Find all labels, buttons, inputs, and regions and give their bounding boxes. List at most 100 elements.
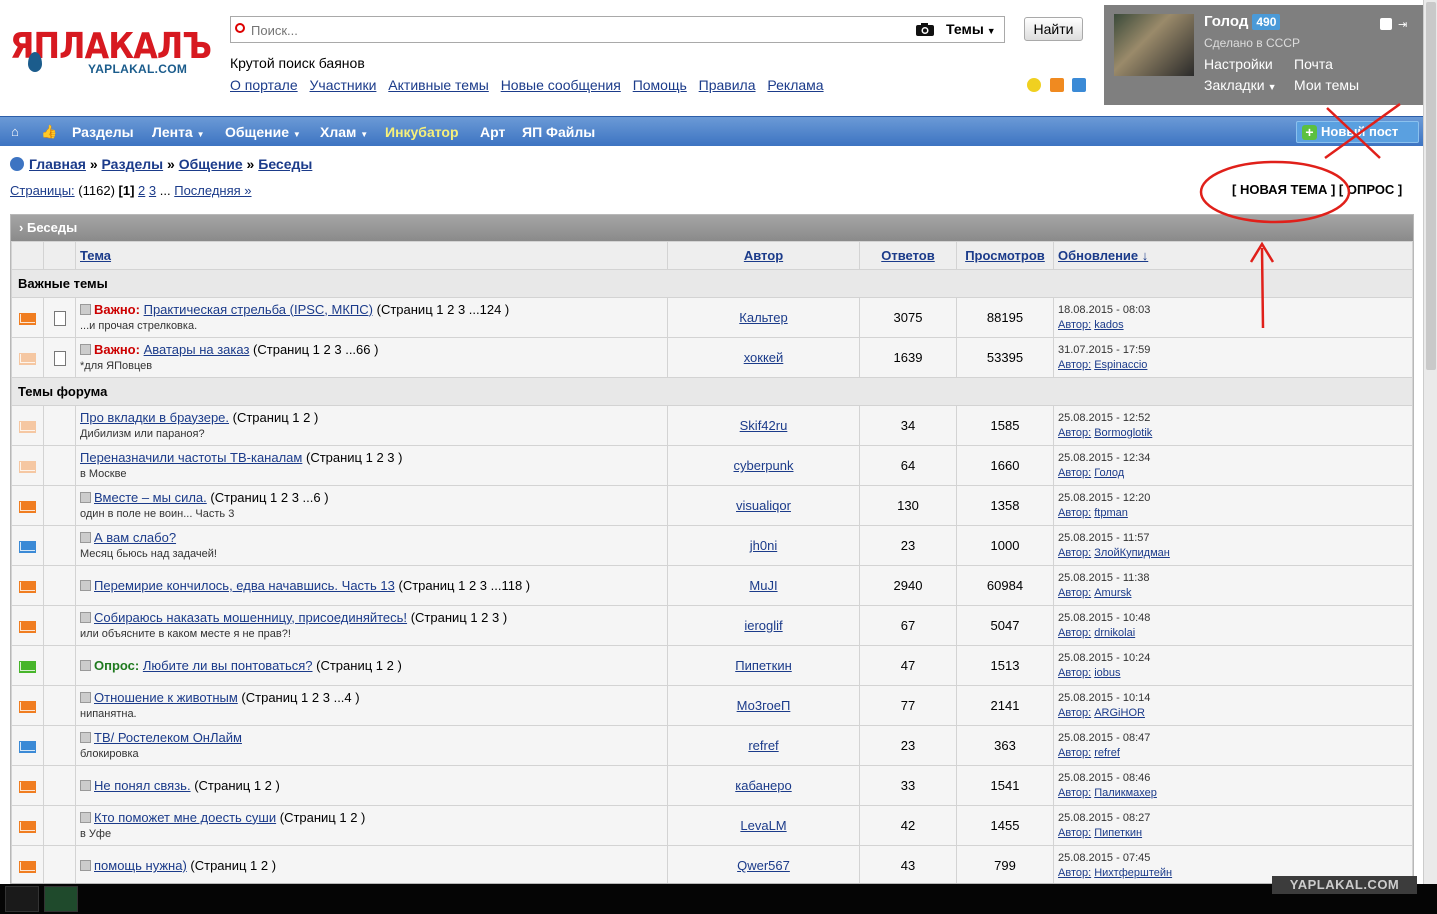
last-author-label[interactable]: Автор: bbox=[1058, 467, 1091, 479]
topic-link[interactable]: Не понял связь. bbox=[94, 778, 191, 793]
topic-last-author[interactable]: ЗлойКупидман bbox=[1094, 547, 1170, 559]
nav-sections[interactable]: Разделы bbox=[72, 124, 134, 140]
nav-feed[interactable]: Лента ▼ bbox=[152, 124, 205, 140]
topic-toggle-icon[interactable] bbox=[80, 811, 91, 823]
topic-toggle-icon[interactable] bbox=[80, 691, 91, 703]
avatar[interactable] bbox=[1114, 14, 1194, 76]
new-poll-button[interactable]: [ ОПРОС ] bbox=[1339, 182, 1402, 197]
topic-toggle-icon[interactable] bbox=[80, 660, 91, 671]
topic-last-author[interactable]: Bormoglotik bbox=[1094, 427, 1152, 439]
tools-icon[interactable] bbox=[1072, 78, 1087, 92]
topic-pages[interactable]: (Страниц 1 2 ) bbox=[280, 810, 366, 825]
last-author-label[interactable]: Автор: bbox=[1058, 547, 1091, 559]
topic-last-author[interactable]: ftpman bbox=[1094, 507, 1128, 519]
topic-author[interactable]: Мо3гоеП bbox=[737, 698, 791, 713]
col-replies[interactable]: Ответов bbox=[881, 248, 935, 263]
nav-files[interactable]: ЯП Файлы bbox=[522, 124, 595, 140]
last-author-label[interactable]: Автор: bbox=[1058, 507, 1091, 519]
link-my-topics[interactable]: Мои темы bbox=[1294, 77, 1359, 93]
topic-author[interactable]: хоккей bbox=[744, 350, 784, 365]
topic-author[interactable]: cyberpunk bbox=[734, 458, 794, 473]
topic-last-author[interactable]: ARGiHOR bbox=[1094, 707, 1145, 719]
last-author-label[interactable]: Автор: bbox=[1058, 827, 1091, 839]
topic-last-author[interactable]: Голод bbox=[1094, 467, 1124, 479]
topic-toggle-icon[interactable] bbox=[80, 580, 91, 591]
home-icon[interactable]: ⌂ bbox=[11, 124, 19, 139]
topic-author[interactable]: Пипеткин bbox=[735, 658, 792, 673]
topic-toggle-icon[interactable] bbox=[80, 731, 91, 743]
link-settings[interactable]: Настройки bbox=[1204, 56, 1273, 72]
topic-pages[interactable]: (Страниц 1 2 3 ...4 ) bbox=[241, 690, 359, 705]
crumb-home[interactable]: Главная bbox=[29, 156, 86, 172]
search-input[interactable] bbox=[251, 20, 911, 40]
user-counter-badge[interactable]: 490 bbox=[1252, 14, 1281, 30]
topic-author[interactable]: Skif42ru bbox=[740, 418, 788, 433]
thumbs-up-icon[interactable]: 👍 bbox=[41, 124, 57, 140]
topic-link[interactable]: Аватары на заказ bbox=[144, 342, 250, 357]
col-views[interactable]: Просмотров bbox=[965, 248, 1045, 263]
crumb-sections[interactable]: Разделы bbox=[102, 156, 164, 172]
topic-pages[interactable]: (Страниц 1 2 3 ...118 ) bbox=[398, 578, 530, 593]
topic-toggle-icon[interactable] bbox=[80, 860, 91, 871]
search-scope-select[interactable]: Темы ▼ bbox=[946, 21, 996, 37]
topic-author[interactable]: ieroglif bbox=[744, 618, 782, 633]
topic-last-author[interactable]: Amursk bbox=[1094, 587, 1131, 599]
topic-link[interactable]: Про вкладки в браузере. bbox=[80, 410, 229, 425]
nav-incubator[interactable]: Инкубатор bbox=[385, 124, 459, 140]
topic-pages[interactable]: (Страниц 1 2 3 ...6 ) bbox=[210, 490, 328, 505]
topic-pages[interactable]: (Страниц 1 2 3 ...66 ) bbox=[253, 342, 378, 357]
topic-link[interactable]: Практическая стрельба (IPSC, МКПС) bbox=[144, 302, 373, 317]
new-topic-button[interactable]: [ НОВАЯ ТЕМА ] bbox=[1232, 182, 1335, 197]
nav-communication[interactable]: Общение ▼ bbox=[225, 124, 301, 140]
col-updated[interactable]: Обновление ↓ bbox=[1058, 248, 1148, 263]
topic-last-author[interactable]: refref bbox=[1094, 747, 1120, 759]
topic-pages[interactable]: (Страниц 1 2 ) bbox=[233, 410, 319, 425]
topic-author[interactable]: refref bbox=[748, 738, 778, 753]
topic-author[interactable]: кабанеро bbox=[735, 778, 791, 793]
last-author-label[interactable]: Автор: bbox=[1058, 667, 1091, 679]
camera-icon[interactable] bbox=[915, 22, 935, 37]
topic-toggle-icon[interactable] bbox=[80, 491, 91, 503]
link-active-topics[interactable]: Активные темы bbox=[388, 77, 489, 93]
topic-toggle-icon[interactable] bbox=[80, 611, 91, 623]
link-mail[interactable]: Почта bbox=[1294, 56, 1333, 72]
topic-author[interactable]: Qwer567 bbox=[737, 858, 790, 873]
last-author-label[interactable]: Автор: bbox=[1058, 747, 1091, 759]
last-author-label[interactable]: Автор: bbox=[1058, 627, 1091, 639]
col-topic[interactable]: Тема bbox=[80, 248, 111, 263]
page-last[interactable]: Последняя » bbox=[174, 183, 251, 198]
link-about[interactable]: О портале bbox=[230, 77, 298, 93]
topic-link[interactable]: Собираюсь наказать мошенницу, присоединя… bbox=[94, 610, 407, 625]
topic-pages[interactable]: (Страниц 1 2 ) bbox=[194, 778, 280, 793]
topic-last-author[interactable]: kados bbox=[1094, 319, 1123, 331]
topic-link[interactable]: помощь нужна) bbox=[94, 858, 187, 873]
last-author-label[interactable]: Автор: bbox=[1058, 867, 1091, 879]
topic-last-author[interactable]: Пипеткин bbox=[1094, 827, 1142, 839]
star-icon[interactable] bbox=[1027, 78, 1041, 92]
page-3[interactable]: 3 bbox=[149, 183, 156, 198]
nav-junk[interactable]: Хлам ▼ bbox=[320, 124, 368, 140]
topic-author[interactable]: LevaLM bbox=[740, 818, 786, 833]
rss-icon[interactable] bbox=[1049, 78, 1064, 92]
topic-last-author[interactable]: Паликмахер bbox=[1094, 787, 1157, 799]
scrollbar-thumb[interactable] bbox=[1426, 2, 1436, 370]
user-name[interactable]: Голод bbox=[1204, 13, 1248, 30]
new-post-button[interactable]: + Новый пост bbox=[1296, 121, 1419, 143]
topic-author[interactable]: jh0ni bbox=[750, 538, 777, 553]
site-logo[interactable]: ЯПЛАКАЛЪ YAPLAKAL.COM bbox=[10, 22, 212, 82]
topic-link[interactable]: А вам слабо? bbox=[94, 530, 176, 545]
topic-link[interactable]: Отношение к животным bbox=[94, 690, 238, 705]
topic-pages[interactable]: (Страниц 1 2 3 ...124 ) bbox=[377, 302, 510, 317]
last-author-label[interactable]: Автор: bbox=[1058, 319, 1091, 331]
link-ads[interactable]: Реклама bbox=[767, 77, 823, 93]
nav-art[interactable]: Арт bbox=[480, 124, 505, 140]
topic-link[interactable]: Вместе – мы сила. bbox=[94, 490, 207, 505]
last-author-label[interactable]: Автор: bbox=[1058, 707, 1091, 719]
topic-toggle-icon[interactable] bbox=[80, 343, 91, 355]
topic-last-author[interactable]: Нихтферштейн bbox=[1094, 867, 1172, 879]
topic-link[interactable]: ТВ/ Ростелеком ОнЛайм bbox=[94, 730, 242, 745]
topic-link[interactable]: Кто поможет мне доесть суши bbox=[94, 810, 276, 825]
topic-pages[interactable]: (Страниц 1 2 ) bbox=[316, 658, 402, 673]
topic-link[interactable]: Переназначили частоты ТВ-каналам bbox=[80, 450, 302, 465]
folder-icon[interactable] bbox=[5, 886, 39, 912]
